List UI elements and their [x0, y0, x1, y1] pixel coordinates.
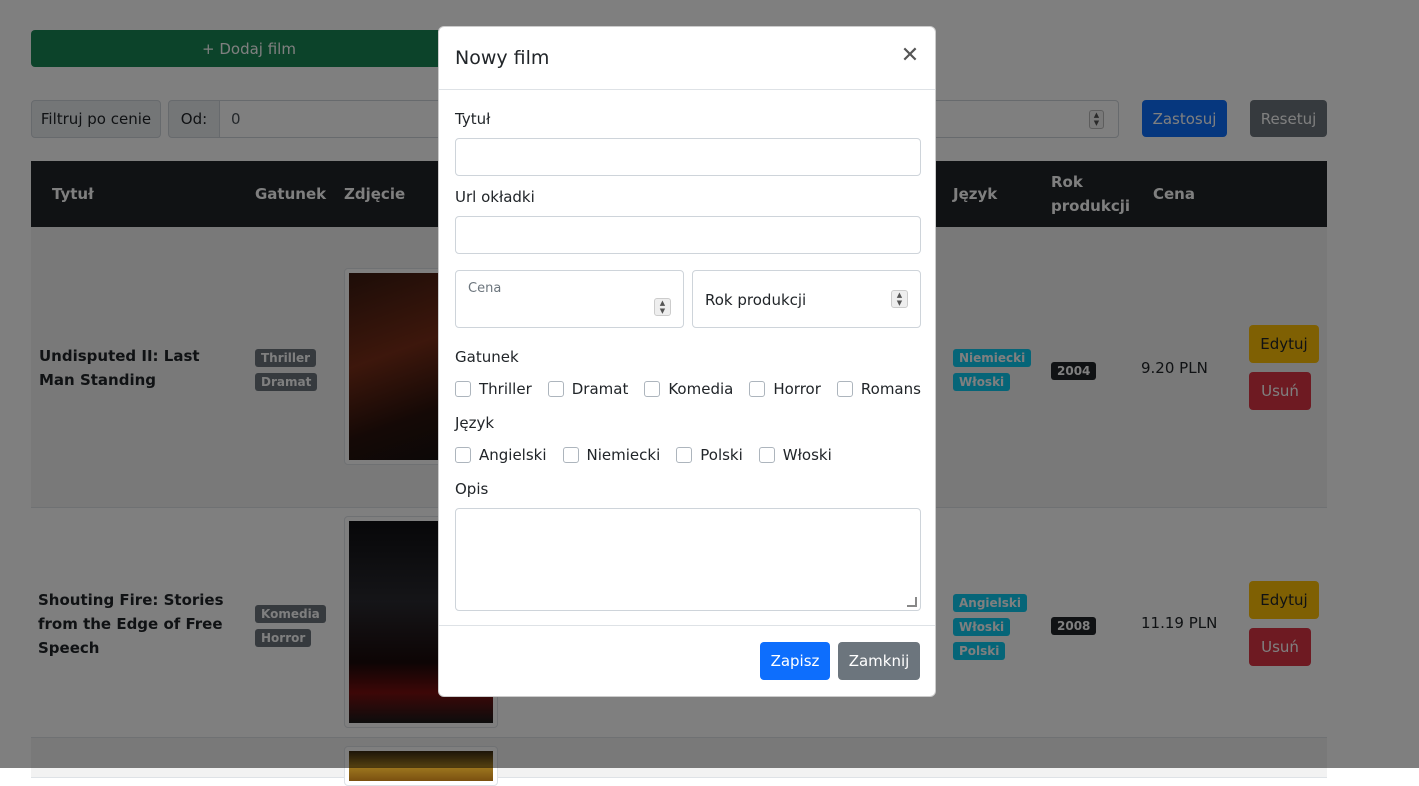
price-input[interactable]: Cena ▲ ▼ [455, 270, 684, 328]
price-spinner[interactable]: ▲ ▼ [654, 298, 671, 316]
checkbox[interactable] [676, 447, 693, 463]
genre-option-label: Komedia [668, 380, 734, 398]
cover-url-input[interactable] [455, 216, 921, 254]
save-button[interactable]: Zapisz [760, 642, 830, 680]
cover-url-label: Url okładki [455, 188, 535, 206]
genre-option-komedia[interactable]: Komedia [644, 380, 733, 398]
genre-option-thriller[interactable]: Thriller [455, 380, 532, 398]
language-option-label: Polski [700, 446, 743, 464]
checkbox[interactable] [455, 381, 471, 397]
checkbox[interactable] [644, 381, 661, 397]
modal-footer: Zapisz Zamknij [439, 625, 935, 696]
close-icon[interactable]: ✕ [899, 45, 921, 67]
checkbox[interactable] [562, 447, 579, 463]
description-label: Opis [455, 480, 489, 498]
language-option-label: Włoski [782, 446, 832, 464]
modal-header: Nowy film ✕ [439, 27, 935, 90]
title-input[interactable] [455, 138, 921, 176]
checkbox[interactable] [547, 381, 564, 397]
language-option-polski[interactable]: Polski [676, 446, 743, 464]
language-option-label: Angielski [479, 446, 547, 464]
close-button[interactable]: Zamknij [838, 642, 920, 680]
resize-handle[interactable] [907, 597, 917, 607]
price-floating-label: Cena [468, 281, 502, 296]
year-spinner[interactable]: ▲ ▼ [891, 290, 908, 308]
genre-option-label: Dramat [571, 380, 629, 398]
genre-option-label: Thriller [479, 380, 532, 398]
genre-label: Gatunek [455, 348, 519, 366]
checkbox[interactable] [836, 381, 853, 397]
genre-option-romans[interactable]: Romans [836, 380, 921, 398]
description-textarea[interactable] [455, 508, 921, 611]
language-option-niemiecki[interactable]: Niemiecki [562, 446, 661, 464]
language-checkboxes: Angielski Niemiecki Polski Włoski [455, 446, 848, 464]
production-year-input[interactable]: Rok produkcji ▲ ▼ [692, 270, 921, 328]
new-movie-modal: Nowy film ✕ Tytuł Url okładki Cena ▲ ▼ Ro… [438, 26, 936, 697]
genre-checkboxes: Thriller Dramat Komedia Horror Romans [455, 380, 937, 398]
language-label: Język [455, 414, 495, 432]
production-year-placeholder: Rok produkcji [705, 291, 807, 309]
modal-title: Nowy film [455, 47, 550, 69]
checkbox[interactable] [758, 447, 775, 463]
genre-option-label: Horror [773, 380, 821, 398]
checkbox[interactable] [749, 381, 766, 397]
movie-list-page: + Dodaj film Filtruj po cenie Od: 0 ▲▼ Z… [0, 0, 1419, 786]
genre-option-horror[interactable]: Horror [749, 380, 821, 398]
language-option-label: Niemiecki [586, 446, 661, 464]
title-label: Tytuł [455, 110, 491, 128]
genre-option-label: Romans [860, 380, 921, 398]
language-option-wloski[interactable]: Włoski [758, 446, 832, 464]
checkbox[interactable] [455, 447, 471, 463]
genre-option-dramat[interactable]: Dramat [547, 380, 629, 398]
language-option-angielski[interactable]: Angielski [455, 446, 547, 464]
